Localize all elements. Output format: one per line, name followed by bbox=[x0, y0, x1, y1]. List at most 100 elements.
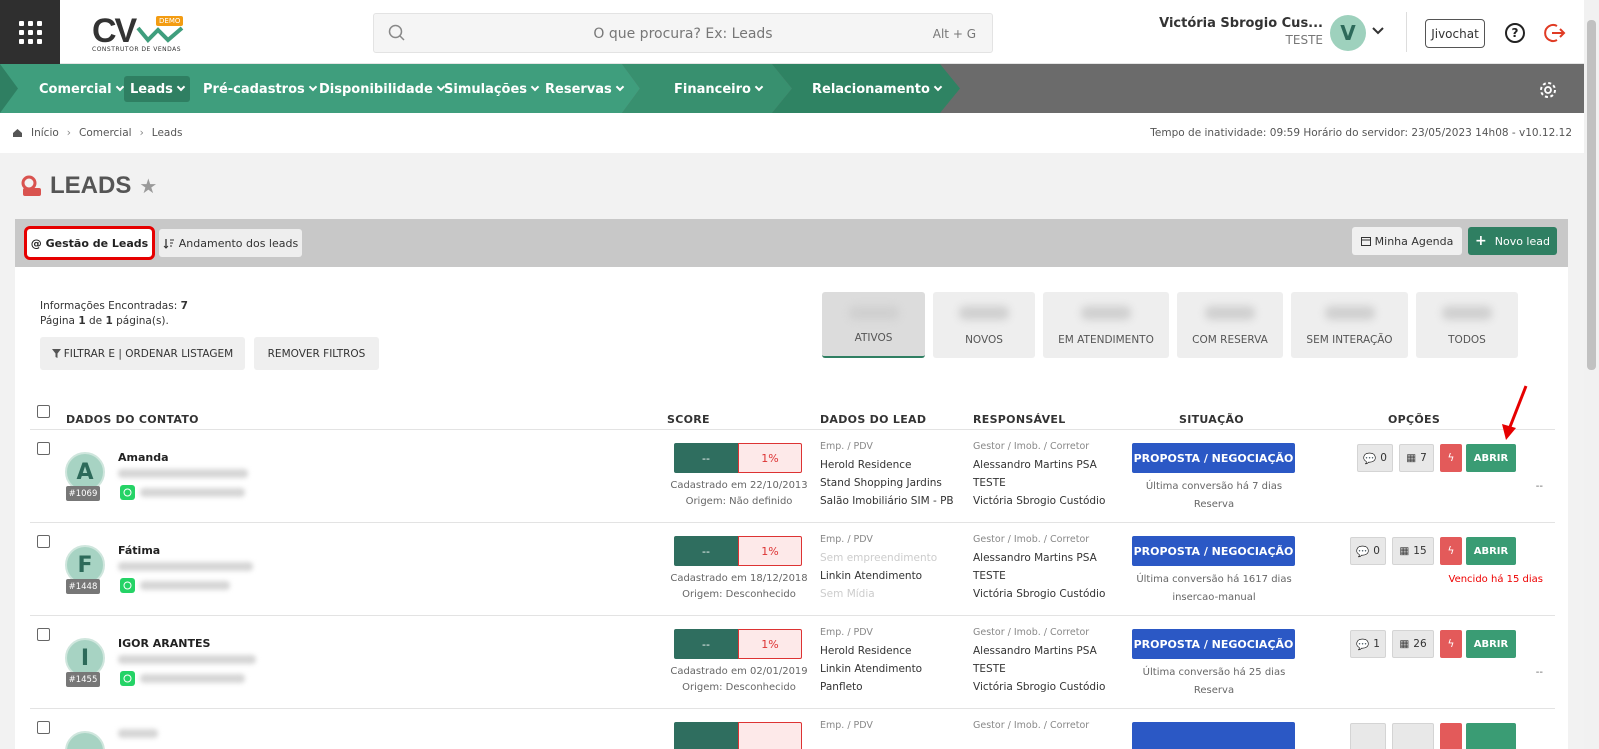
score-percent: 1% bbox=[738, 443, 802, 473]
chevron-down-icon bbox=[933, 82, 943, 92]
corretor: Victória Sbrogio Custódio bbox=[973, 681, 1106, 693]
table-row[interactable]: A #1069 Amanda -- 1% Cadastrado em 22/10/… bbox=[15, 430, 1568, 523]
status-tab-ativos[interactable]: ATIVOS bbox=[822, 292, 925, 358]
messages-button[interactable]: 💬 0 bbox=[1357, 444, 1393, 472]
page-title-block: LEADS ★ bbox=[20, 172, 157, 200]
status-tab-novos[interactable]: NOVOS bbox=[933, 292, 1035, 358]
cadastrado-date: Cadastrado em 22/10/2013 bbox=[670, 480, 808, 491]
minha-agenda-button[interactable]: Minha Agenda bbox=[1352, 227, 1462, 255]
bolt-button[interactable]: ϟ bbox=[1440, 444, 1462, 472]
abrir-button[interactable]: ABRIR bbox=[1466, 630, 1516, 658]
agenda-button[interactable]: ▦ 26 bbox=[1392, 630, 1434, 658]
breadcrumb-leads[interactable]: Leads bbox=[152, 127, 183, 139]
agenda-button[interactable]: ▦ 7 bbox=[1399, 444, 1434, 472]
user-info[interactable]: Victória Sbrogio Cus... TESTE bbox=[1159, 16, 1323, 47]
table-row[interactable]: I #1455 IGOR ARANTES -- 1% Cadastrado em … bbox=[15, 616, 1568, 709]
chevron-down-icon bbox=[115, 82, 124, 92]
score-subtext: Cadastrado em 02/01/2019 Origem: Desconhe… bbox=[655, 664, 823, 696]
favorite-star-icon[interactable]: ★ bbox=[139, 174, 157, 198]
filter-button[interactable]: FILTRAR E | ORDENAR LISTAGEM bbox=[40, 337, 245, 370]
situacao-tag: insercao-manual bbox=[1172, 592, 1256, 603]
options-subtext: Vencido há 15 dias bbox=[1448, 574, 1544, 585]
lead-name[interactable]: Amanda bbox=[118, 451, 169, 464]
row-checkbox[interactable] bbox=[37, 721, 50, 734]
chat-icon: 💬 bbox=[1356, 638, 1370, 651]
user-role: TESTE bbox=[1285, 33, 1323, 47]
blurred-phone bbox=[140, 488, 245, 497]
bolt-button[interactable]: ϟ bbox=[1440, 630, 1462, 658]
messages-count: 0 bbox=[1380, 452, 1387, 464]
situacao-button[interactable]: PROPOSTA / NEGOCIAÇÃO bbox=[1132, 536, 1295, 566]
messages-button[interactable]: 💬 0 bbox=[1350, 537, 1386, 565]
apps-grid-button[interactable] bbox=[0, 0, 60, 64]
situacao-button[interactable]: PROPOSTA / NEGOCIAÇÃO bbox=[1132, 443, 1295, 473]
row-checkbox[interactable] bbox=[37, 442, 50, 455]
breadcrumb-inicio[interactable]: Início bbox=[31, 127, 59, 139]
grid-icon bbox=[18, 20, 42, 44]
lead-caption: Emp. / PDV bbox=[820, 627, 873, 638]
bolt-button[interactable] bbox=[1440, 723, 1462, 749]
user-avatar[interactable]: V bbox=[1330, 15, 1366, 51]
nav-item-leads[interactable]: Leads bbox=[124, 76, 190, 102]
scrollbar-thumb[interactable] bbox=[1587, 20, 1596, 370]
agenda-button[interactable] bbox=[1392, 723, 1434, 749]
novo-lead-button[interactable]: + Novo lead bbox=[1468, 227, 1557, 255]
nav-item-reservas[interactable]: Reservas bbox=[539, 76, 629, 102]
lead-pdv: Linkin Atendimento bbox=[820, 570, 923, 582]
whatsapp-icon[interactable] bbox=[120, 485, 135, 500]
nav-item-disponibilidade[interactable]: Disponibilidade bbox=[313, 76, 450, 102]
nav-item-relacionamento[interactable]: Relacionamento bbox=[806, 76, 947, 102]
row-checkbox[interactable] bbox=[37, 628, 50, 641]
situacao-tag: Reserva bbox=[1193, 685, 1235, 696]
cadastrado-date: Cadastrado em 18/12/2018 bbox=[670, 573, 808, 584]
origem: Origem: Desconhecido bbox=[682, 682, 796, 693]
lead-name[interactable]: IGOR ARANTES bbox=[118, 637, 210, 650]
agenda-button[interactable]: ▦ 15 bbox=[1392, 537, 1434, 565]
nav-item-comercial[interactable]: Comercial bbox=[33, 76, 129, 102]
nav-label: Relacionamento bbox=[812, 81, 930, 97]
score-percent: 1% bbox=[738, 629, 802, 659]
breadcrumb-comercial[interactable]: Comercial bbox=[79, 127, 132, 139]
status-tab-com-reserva[interactable]: COM RESERVA bbox=[1177, 292, 1283, 358]
remove-filters-button[interactable]: REMOVER FILTROS bbox=[254, 337, 379, 370]
chevron-down-icon[interactable] bbox=[1372, 26, 1384, 36]
messages-button[interactable]: 💬 1 bbox=[1350, 630, 1386, 658]
status-tab-todos[interactable]: TODOS bbox=[1416, 292, 1518, 358]
chat-icon: 💬 bbox=[1363, 452, 1377, 465]
row-checkbox[interactable] bbox=[37, 535, 50, 548]
settings-gear-icon[interactable] bbox=[1538, 80, 1558, 100]
lead-name[interactable]: Fátima bbox=[118, 544, 160, 557]
imobiliaria: TESTE bbox=[973, 663, 1006, 675]
table-row[interactable]: F #1448 Fátima -- 1% Cadastrado em 18/12/… bbox=[15, 523, 1568, 616]
status-tab-em-atendimento[interactable]: EM ATENDIMENTO bbox=[1043, 292, 1169, 358]
status-tab-sem-interacao[interactable]: SEM INTERAÇÃO bbox=[1291, 292, 1408, 358]
nav-item-financeiro[interactable]: Financeiro bbox=[668, 76, 768, 102]
abrir-button[interactable]: ABRIR bbox=[1466, 444, 1516, 472]
situacao-button[interactable] bbox=[1132, 722, 1295, 749]
lead-pdv: Stand Shopping Jardins bbox=[820, 477, 942, 489]
page-scrollbar[interactable] bbox=[1584, 0, 1599, 749]
nav-item-pre-cadastros[interactable]: Pré-cadastros bbox=[197, 76, 322, 102]
nav-item-simulacoes[interactable]: Simulações bbox=[438, 76, 544, 102]
logo[interactable]: CV DEMO CONSTRUTOR DE VENDAS bbox=[92, 12, 192, 56]
whatsapp-icon[interactable] bbox=[120, 578, 135, 593]
abrir-button[interactable] bbox=[1466, 723, 1516, 749]
jivochat-button[interactable]: Jivochat bbox=[1425, 19, 1485, 48]
lead-midia: Salão Imobiliário SIM - PB bbox=[820, 495, 954, 507]
search-bar[interactable]: O que procura? Ex: Leads Alt + G bbox=[373, 13, 993, 53]
tab-andamento-dos-leads[interactable]: Andamento dos leads bbox=[159, 229, 302, 257]
table-row[interactable]: Emp. / PDV Gestor / Imob. / Corretor bbox=[15, 709, 1568, 749]
chevron-down-icon bbox=[615, 82, 625, 92]
logout-icon[interactable] bbox=[1544, 22, 1566, 44]
whatsapp-icon[interactable] bbox=[120, 671, 135, 686]
tab-gestao-de-leads[interactable]: @ Gestão de Leads bbox=[24, 226, 155, 260]
abrir-button[interactable]: ABRIR bbox=[1466, 537, 1516, 565]
ultima-conversao: Última conversão há 25 dias bbox=[1142, 667, 1286, 678]
messages-button[interactable] bbox=[1350, 723, 1386, 749]
bolt-button[interactable]: ϟ bbox=[1440, 537, 1462, 565]
sort-icon bbox=[163, 238, 174, 249]
select-all-checkbox[interactable] bbox=[37, 405, 50, 418]
situacao-button[interactable]: PROPOSTA / NEGOCIAÇÃO bbox=[1132, 629, 1295, 659]
help-icon[interactable]: ? bbox=[1504, 22, 1526, 44]
bolt-icon: ϟ bbox=[1447, 638, 1455, 650]
